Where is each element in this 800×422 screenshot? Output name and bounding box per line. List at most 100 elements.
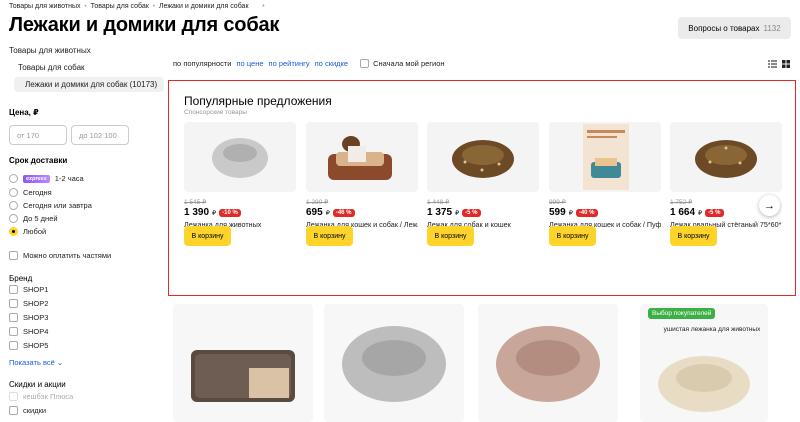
cashback-checkbox[interactable]: кешбэк Плюса <box>9 392 73 401</box>
cashback-label: кешбэк Плюса <box>23 392 74 401</box>
sponsored-offers: Популярные предложения Спонсорские товар… <box>168 80 796 296</box>
sponsored-subtitle: Спонсорские товары <box>184 109 247 116</box>
brand-checkbox[interactable]: SHOP2 <box>9 299 48 308</box>
product-card[interactable]: 1 448 ₽ 1 375 ₽ -5 % Лежак для собак и кош… <box>427 122 539 238</box>
old-price: 999 ₽ <box>549 199 566 206</box>
breadcrumb-separator: • <box>152 3 155 10</box>
product-image[interactable] <box>549 122 661 192</box>
delivery-option[interactable]: Сегодня или завтра <box>9 201 92 210</box>
add-to-cart-button[interactable]: В корзину <box>670 226 717 246</box>
price-filter-title: Цена, ₽ <box>9 108 39 117</box>
sort-bar: по популярности по цене по рейтингу по с… <box>173 59 445 68</box>
discount-badge: -5 % <box>462 208 481 217</box>
discount-badge: -40 % <box>575 208 598 217</box>
show-all-link[interactable]: Показать всё ⌄ <box>9 358 63 367</box>
radio-icon <box>9 174 18 183</box>
delivery-label: До 5 дней <box>23 214 58 223</box>
breadcrumb-separator: • <box>84 3 87 10</box>
product-image[interactable] <box>184 122 296 192</box>
brand-label: SHOP3 <box>23 313 49 322</box>
list-view-icon[interactable] <box>768 60 777 68</box>
checkbox-icon <box>9 341 18 350</box>
price: 695 <box>306 207 323 218</box>
add-to-cart-button[interactable]: В корзину <box>549 226 596 246</box>
category-link[interactable]: Товары для животных <box>9 46 91 55</box>
currency: ₽ <box>325 209 330 217</box>
category-current[interactable]: Лежаки и домики для собак (10173) <box>14 77 164 92</box>
region-label: Сначала мой регион <box>373 59 445 68</box>
product-card[interactable] <box>173 304 313 422</box>
discount-label: скидки <box>23 406 47 415</box>
checkbox-icon <box>9 392 18 401</box>
category-link[interactable]: Товары для собак <box>18 63 85 72</box>
brand-label: SHOP4 <box>23 327 49 336</box>
add-to-cart-button[interactable]: В корзину <box>427 226 474 246</box>
product-card[interactable] <box>640 304 768 422</box>
product-card[interactable] <box>324 304 464 422</box>
questions-count: 1132 <box>763 23 781 33</box>
title-marker: * <box>262 4 265 11</box>
carousel-next-button[interactable]: → <box>759 195 780 216</box>
price: 1 375 <box>427 207 453 218</box>
product-image[interactable] <box>306 122 418 192</box>
sort-rating[interactable]: по рейтингу <box>269 59 310 68</box>
add-to-cart-button[interactable]: В корзину <box>184 226 231 246</box>
product-card[interactable]: 1 752 ₽ 1 664 ₽ -5 % Лежак овальный стёган… <box>670 122 782 238</box>
delivery-label: Сегодня или завтра <box>23 201 92 210</box>
product-card[interactable]: 1 290 ₽ 695 ₽ -46 % Лежанка для кошек и со… <box>306 122 418 238</box>
delivery-option[interactable]: Любой <box>9 227 46 236</box>
product-card[interactable]: 999 ₽ 599 ₽ -40 % Лежанка для кошек и соба… <box>549 122 661 238</box>
delivery-label: Любой <box>23 227 47 236</box>
old-price: 1 448 ₽ <box>427 199 450 206</box>
brand-filter-title: Бренд <box>9 274 33 283</box>
product-card[interactable]: 1 545 ₽ 1 390 ₽ -10 % Лежанка для животных… <box>184 122 296 238</box>
arrow-right-icon: → <box>764 199 775 212</box>
add-to-cart-button[interactable]: В корзину <box>306 226 353 246</box>
breadcrumb-item[interactable]: Лежаки и домики для собак <box>159 3 249 10</box>
product-image <box>496 326 600 402</box>
breadcrumb-item[interactable]: Товары для собак <box>91 3 149 10</box>
price: 599 <box>549 207 566 218</box>
grid-view-icon[interactable] <box>782 60 790 68</box>
brand-checkbox[interactable]: SHOP1 <box>9 285 48 294</box>
currency: ₽ <box>698 209 703 217</box>
product-image <box>658 356 750 412</box>
installments-checkbox[interactable]: Можно оплатить частями <box>9 251 111 260</box>
sort-popularity[interactable]: по популярности <box>173 59 232 68</box>
checkbox-icon <box>9 406 18 415</box>
currency: ₽ <box>455 209 460 217</box>
buyers-choice-badge: Выбор покупателей <box>648 308 716 319</box>
chevron-down-icon: ⌄ <box>56 358 64 367</box>
region-checkbox[interactable]: Сначала мой регион <box>360 59 445 68</box>
radio-icon <box>9 201 18 210</box>
checkbox-icon <box>9 299 18 308</box>
product-image[interactable] <box>670 122 782 192</box>
currency: ₽ <box>212 209 217 217</box>
checkbox-icon <box>360 59 370 68</box>
sort-discount[interactable]: по скидке <box>315 59 348 68</box>
checkbox-icon <box>9 327 18 336</box>
brand-checkbox[interactable]: SHOP4 <box>9 327 48 336</box>
currency: ₽ <box>568 209 573 217</box>
delivery-option[interactable]: До 5 дней <box>9 214 58 223</box>
brand-checkbox[interactable]: SHOP5 <box>9 341 48 350</box>
radio-icon <box>9 214 18 223</box>
promo-filter-title: Скидки и акции <box>9 380 66 389</box>
delivery-option[interactable]: Сегодня <box>9 188 52 197</box>
questions-button[interactable]: Вопросы о товарах 1132 <box>678 17 791 39</box>
sort-price[interactable]: по цене <box>237 59 264 68</box>
product-image[interactable] <box>427 122 539 192</box>
price-from-input[interactable]: от 170 <box>9 125 67 145</box>
price-to-input[interactable]: до 102 100 <box>71 125 129 145</box>
product-image <box>342 326 446 402</box>
breadcrumb-item[interactable]: Товары для животных <box>9 3 81 10</box>
brand-label: SHOP1 <box>23 285 49 294</box>
sponsored-title: Популярные предложения <box>184 94 332 108</box>
brand-checkbox[interactable]: SHOP3 <box>9 313 48 322</box>
product-card[interactable] <box>478 304 618 422</box>
discount-badge: -5 % <box>705 208 724 217</box>
old-price: 1 545 ₽ <box>184 199 207 206</box>
brand-label: SHOP5 <box>23 341 49 350</box>
delivery-option[interactable]: express 1-2 часа <box>9 174 84 183</box>
discount-checkbox[interactable]: скидки <box>9 406 46 415</box>
